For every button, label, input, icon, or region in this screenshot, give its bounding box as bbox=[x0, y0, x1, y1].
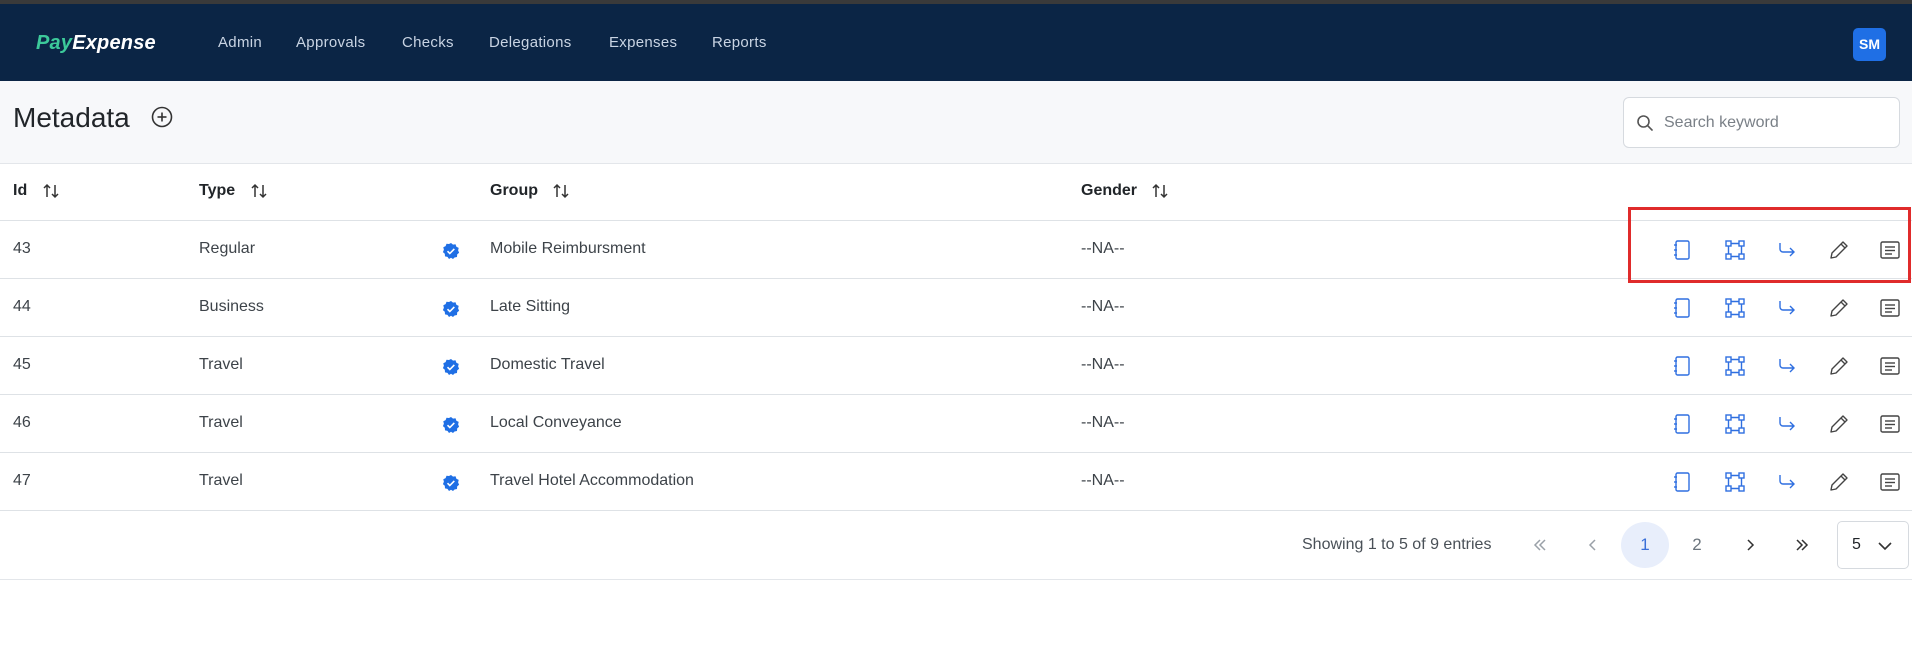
notebook-icon[interactable] bbox=[1670, 354, 1694, 378]
nav-delegations[interactable]: Delegations bbox=[489, 34, 572, 51]
details-icon[interactable] bbox=[1878, 412, 1902, 436]
column-header-gender[interactable]: Gender bbox=[1081, 182, 1169, 200]
sort-icon[interactable] bbox=[552, 182, 570, 200]
page-button-1[interactable]: 1 bbox=[1621, 522, 1669, 568]
nav-checks[interactable]: Checks bbox=[402, 34, 454, 51]
sort-icon[interactable] bbox=[1151, 182, 1169, 200]
cell-id: 47 bbox=[13, 472, 31, 489]
forward-arrow-icon[interactable] bbox=[1775, 296, 1799, 320]
column-header-type[interactable]: Type bbox=[199, 182, 268, 200]
next-page-icon[interactable] bbox=[1741, 536, 1759, 554]
cell-type: Business bbox=[199, 298, 264, 315]
verified-badge-icon bbox=[442, 475, 460, 491]
structure-icon[interactable] bbox=[1723, 412, 1747, 436]
cell-id: 43 bbox=[13, 240, 31, 257]
verified-badge-icon bbox=[442, 301, 460, 317]
structure-icon[interactable] bbox=[1723, 296, 1747, 320]
first-page-icon[interactable] bbox=[1531, 536, 1549, 554]
user-avatar[interactable]: SM bbox=[1853, 28, 1886, 61]
cell-group: Local Conveyance bbox=[490, 414, 622, 431]
cell-id: 45 bbox=[13, 356, 31, 373]
plus-circle-icon[interactable] bbox=[151, 106, 173, 128]
details-icon[interactable] bbox=[1878, 296, 1902, 320]
search-box bbox=[1623, 97, 1900, 148]
forward-arrow-icon[interactable] bbox=[1775, 354, 1799, 378]
nav-reports[interactable]: Reports bbox=[712, 34, 767, 51]
pagination-summary: Showing 1 to 5 of 9 entries bbox=[1302, 536, 1492, 553]
search-icon bbox=[1637, 115, 1653, 131]
details-icon[interactable] bbox=[1878, 354, 1902, 378]
cell-gender: --NA-- bbox=[1081, 414, 1125, 431]
page-size-value: 5 bbox=[1852, 536, 1861, 553]
footer-divider bbox=[0, 579, 1912, 580]
cell-gender: --NA-- bbox=[1081, 472, 1125, 489]
structure-icon[interactable] bbox=[1723, 470, 1747, 494]
cell-type: Travel bbox=[199, 356, 243, 373]
sort-icon[interactable] bbox=[42, 182, 60, 200]
notebook-icon[interactable] bbox=[1670, 412, 1694, 436]
forward-arrow-icon[interactable] bbox=[1775, 470, 1799, 494]
verified-badge-icon bbox=[442, 359, 460, 375]
cell-id: 44 bbox=[13, 298, 31, 315]
cell-group: Domestic Travel bbox=[490, 356, 605, 373]
cell-type: Travel bbox=[199, 472, 243, 489]
pencil-icon[interactable] bbox=[1827, 296, 1851, 320]
brand-logo[interactable]: PayExpense bbox=[36, 32, 156, 55]
logo-pay: Pay bbox=[36, 32, 73, 54]
verified-badge-icon bbox=[442, 417, 460, 433]
notebook-icon[interactable] bbox=[1670, 470, 1694, 494]
cell-gender: --NA-- bbox=[1081, 356, 1125, 373]
last-page-icon[interactable] bbox=[1793, 536, 1811, 554]
sort-icon[interactable] bbox=[250, 182, 268, 200]
cell-group: Late Sitting bbox=[490, 298, 571, 315]
cell-group: Mobile Reimbursment bbox=[490, 240, 646, 257]
nav-expenses[interactable]: Expenses bbox=[609, 34, 677, 51]
column-label-gender: Gender bbox=[1081, 182, 1138, 200]
top-navbar: PayExpense Admin Approvals Checks Delega… bbox=[0, 4, 1912, 81]
page-title: Metadata bbox=[13, 102, 130, 133]
cell-group: Travel Hotel Accommodation bbox=[490, 472, 694, 489]
nav-approvals[interactable]: Approvals bbox=[296, 34, 365, 51]
cell-type: Travel bbox=[199, 414, 243, 431]
cell-type: Regular bbox=[199, 240, 256, 257]
table-row: 45 Travel Domestic Travel --NA-- bbox=[0, 337, 1912, 395]
table-row: 44 Business Late Sitting --NA-- bbox=[0, 279, 1912, 337]
column-label-id: Id bbox=[13, 182, 28, 200]
column-label-type: Type bbox=[199, 182, 236, 200]
nav-admin[interactable]: Admin bbox=[218, 34, 262, 51]
previous-page-icon[interactable] bbox=[1584, 536, 1602, 554]
notebook-icon[interactable] bbox=[1670, 296, 1694, 320]
page-size-select[interactable]: 5 bbox=[1837, 521, 1909, 569]
structure-icon[interactable] bbox=[1723, 354, 1747, 378]
cell-gender: --NA-- bbox=[1081, 240, 1125, 257]
table-row: 47 Travel Travel Hotel Accommodation --NA-- bbox=[0, 453, 1912, 511]
table-row: 43 Regular Mobile Reimbursment --NA-- bbox=[0, 221, 1912, 279]
verified-badge-icon bbox=[442, 243, 460, 259]
column-header-group[interactable]: Group bbox=[490, 182, 570, 200]
pencil-icon[interactable] bbox=[1827, 354, 1851, 378]
forward-arrow-icon[interactable] bbox=[1775, 412, 1799, 436]
cell-gender: --NA-- bbox=[1081, 298, 1125, 315]
column-header-id[interactable]: Id bbox=[13, 182, 60, 200]
details-icon[interactable] bbox=[1878, 470, 1902, 494]
pencil-icon[interactable] bbox=[1827, 470, 1851, 494]
search-input[interactable] bbox=[1664, 110, 1889, 136]
table-row: 46 Travel Local Conveyance --NA-- bbox=[0, 395, 1912, 453]
pencil-icon[interactable] bbox=[1827, 412, 1851, 436]
logo-expense: Expense bbox=[72, 32, 156, 54]
chevron-down-icon bbox=[1878, 542, 1892, 551]
page-button-2[interactable]: 2 bbox=[1673, 522, 1721, 568]
actions-highlight-box bbox=[1628, 207, 1911, 283]
column-label-group: Group bbox=[490, 182, 538, 200]
cell-id: 46 bbox=[13, 414, 31, 431]
